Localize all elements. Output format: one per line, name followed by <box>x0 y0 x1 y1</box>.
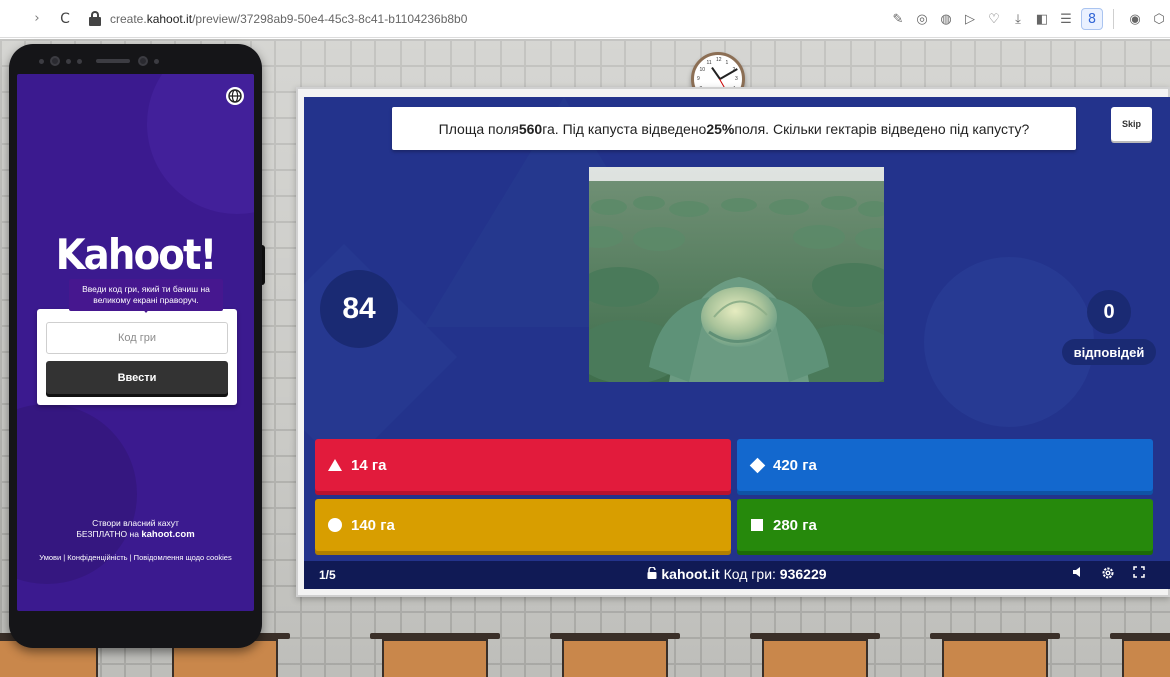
download-icon[interactable]: ⤓ <box>1007 8 1029 30</box>
game-pin-input[interactable] <box>46 322 228 354</box>
answer-label: 140 га <box>351 516 395 534</box>
profile-icon[interactable]: 8 <box>1081 8 1103 30</box>
settings-icon[interactable] <box>1099 566 1117 584</box>
fullscreen-icon[interactable] <box>1130 566 1148 584</box>
create-kahoot-promo: Створи власний кахут БЕЗПЛАТНО на kahoot… <box>17 518 254 540</box>
browser-extension-icons: ✎ ◎ ◍ ▷ ♡ ⤓ ◧ ☰ 8 ◉ ⬡ <box>885 0 1170 38</box>
phone-device: Kahoot! Введи код гри, який ти бачиш на … <box>9 44 262 648</box>
triangle-icon <box>326 456 344 474</box>
edit-icon[interactable]: ✎ <box>887 8 909 30</box>
answer-circle[interactable]: 140 га <box>315 499 731 551</box>
answer-label: 14 га <box>351 456 387 474</box>
unlock-icon <box>647 566 657 582</box>
browser-toolbar: › C create.kahoot.it/preview/37298ab9-50… <box>0 0 1170 38</box>
answer-count-label: відповідей <box>1062 339 1156 365</box>
skip-button[interactable]: Skip <box>1111 107 1152 141</box>
shield-icon[interactable]: ◍ <box>935 8 957 30</box>
sidebar-icon[interactable]: ◧ <box>1031 8 1053 30</box>
camera-icon[interactable]: ◎ <box>911 8 933 30</box>
clock-number: 2 <box>732 66 736 73</box>
address-bar[interactable]: create.kahoot.it/preview/37298ab9-50e4-4… <box>110 12 467 26</box>
cabbage-field-image <box>589 167 884 382</box>
clock-number: 3 <box>735 76 738 82</box>
countdown-timer: 84 <box>320 270 398 348</box>
promo-line-1: Створи власний кахут <box>92 518 179 528</box>
promo-line-2: БЕЗПЛАТНО на kahoot.com <box>76 529 195 540</box>
answer-label: 280 га <box>773 516 817 534</box>
clock-number: 1 <box>725 59 729 66</box>
language-globe-icon[interactable] <box>226 87 244 105</box>
desk <box>550 633 680 677</box>
menu-icon[interactable]: ☰ <box>1055 8 1077 30</box>
question-text: Площа поля 560 га. Під капуста відведено… <box>392 107 1076 150</box>
join-info: kahoot.it Код гри: 936229 <box>304 566 1170 582</box>
globe-icon[interactable]: ◉ <box>1124 8 1146 30</box>
desk <box>750 633 880 677</box>
join-card: Ввести <box>37 309 237 405</box>
game-pin: 936229 <box>779 566 827 582</box>
url-path: /preview/37298ab9-50e4-45c3-8c41-b110423… <box>192 11 468 26</box>
play-icon[interactable]: ▷ <box>959 8 981 30</box>
game-footer: 1/5 kahoot.it Код гри: 936229 <box>304 561 1170 589</box>
volume-icon[interactable] <box>1069 566 1087 584</box>
reload-icon[interactable]: C <box>58 11 72 27</box>
pin-label: Код гри: <box>719 566 780 582</box>
phone-screen: Kahoot! Введи код гри, який ти бачиш на … <box>17 74 254 611</box>
kahoot-preview-page: › C create.kahoot.it/preview/37298ab9-50… <box>0 0 1170 677</box>
join-host: kahoot.it <box>661 566 720 582</box>
answer-diamond[interactable]: 420 га <box>737 439 1153 491</box>
lock-icon[interactable] <box>88 10 102 27</box>
square-icon <box>748 516 766 534</box>
answer-count: 0 <box>1087 290 1131 334</box>
url-prefix: create. <box>110 11 147 26</box>
answer-square[interactable]: 280 га <box>737 499 1153 551</box>
url-host: kahoot.it <box>146 11 193 26</box>
clock-number: 10 <box>699 66 706 73</box>
game-screen: Площа поля 560 га. Під капуста відведено… <box>304 97 1170 589</box>
forward-icon[interactable]: › <box>30 11 44 26</box>
clock-number: 9 <box>697 76 700 82</box>
phone-sensors <box>39 56 165 66</box>
diamond-icon <box>748 456 766 474</box>
desk <box>930 633 1060 677</box>
desk <box>1110 633 1170 677</box>
clock-number: 11 <box>706 59 712 66</box>
kahoot-logo: Kahoot! <box>55 230 218 279</box>
cube-icon[interactable]: ⬡ <box>1148 8 1170 30</box>
answer-triangle[interactable]: 14 га <box>315 439 731 491</box>
legal-links[interactable]: Умови | Конфіденційність | Повідомлення … <box>17 553 254 562</box>
enter-button[interactable]: Ввести <box>46 361 228 394</box>
kahoot-com-link[interactable]: kahoot.com <box>141 529 194 540</box>
clock-number: 12 <box>716 57 722 63</box>
answer-label: 420 га <box>773 456 817 474</box>
heart-icon[interactable]: ♡ <box>983 8 1005 30</box>
desk <box>370 633 500 677</box>
circle-icon <box>326 516 344 534</box>
